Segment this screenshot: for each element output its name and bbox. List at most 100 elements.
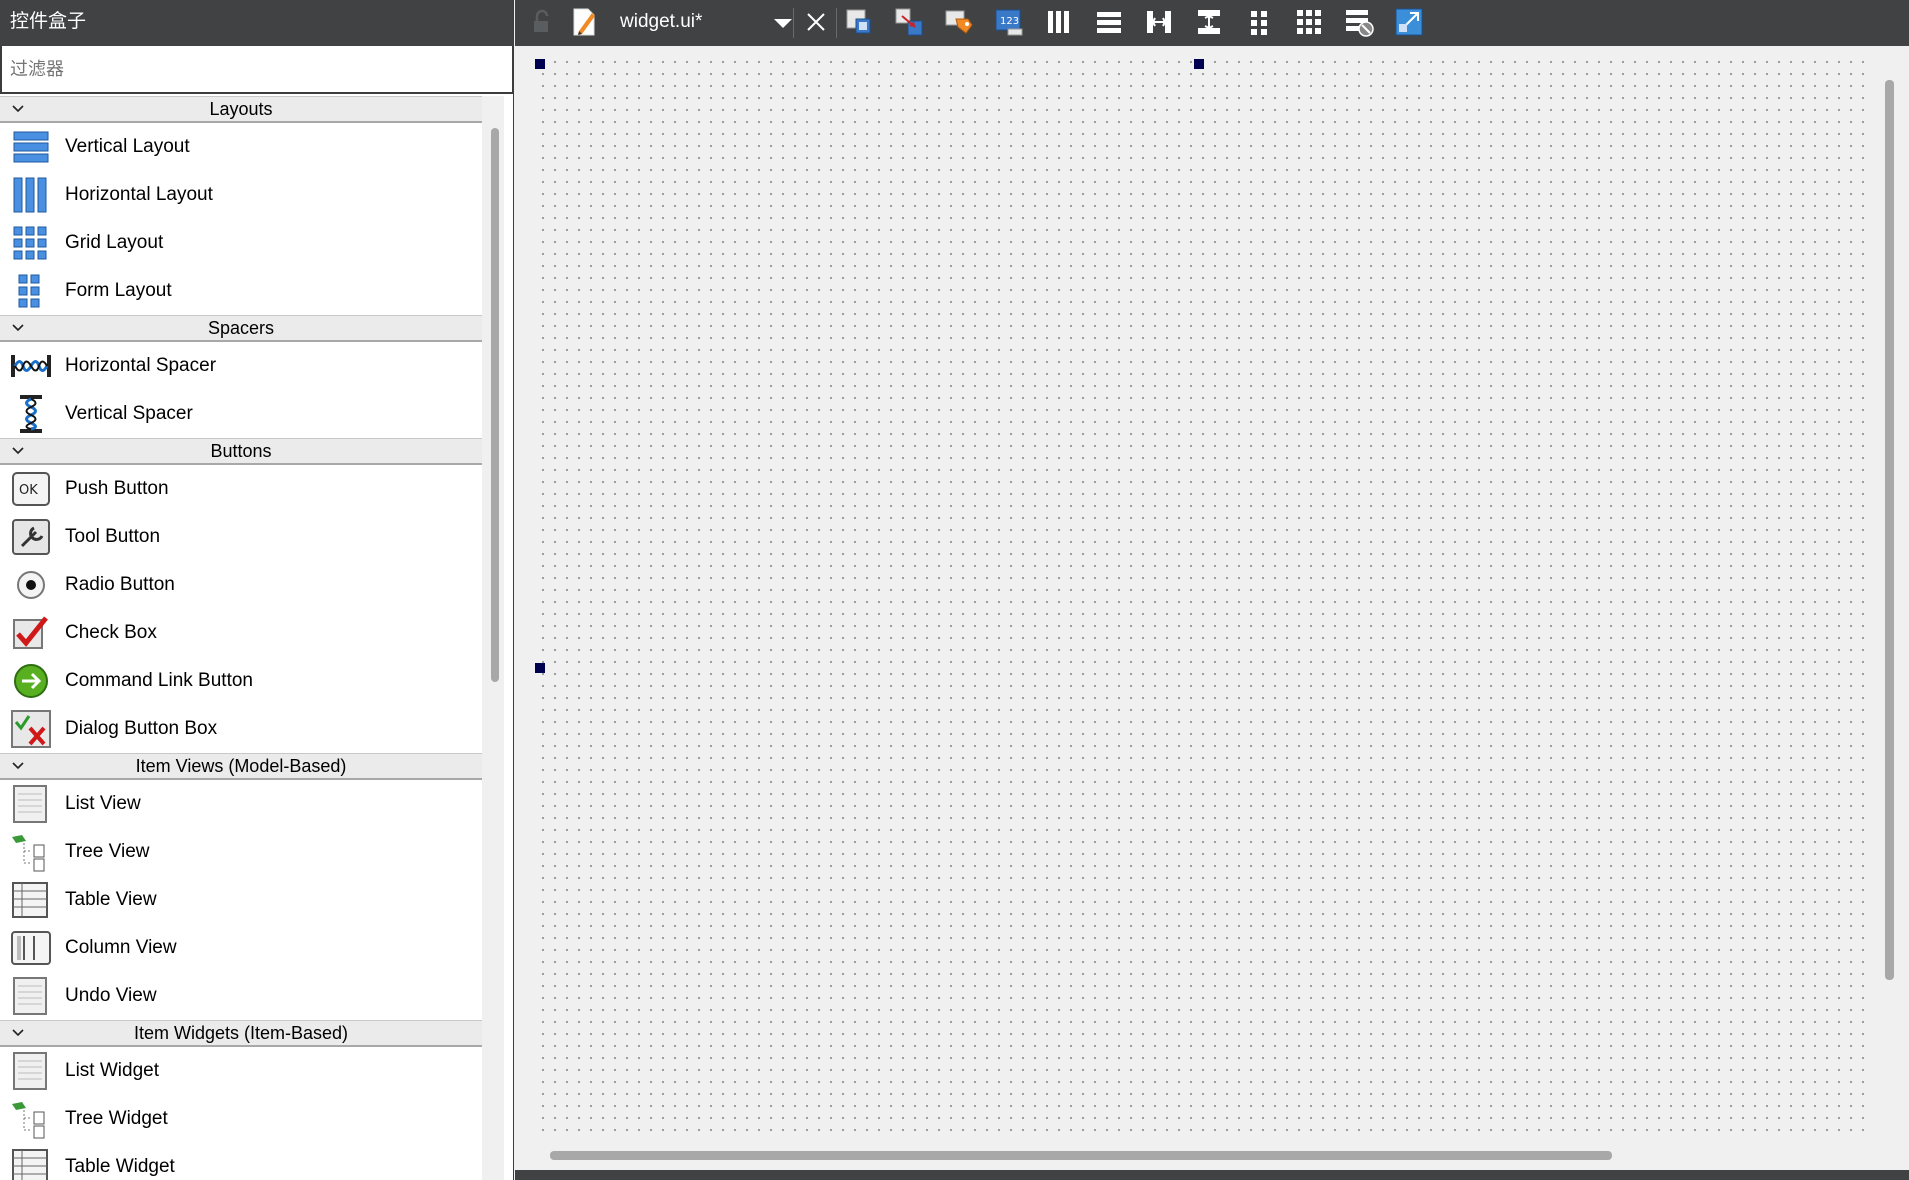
layout-horizontal-icon[interactable] xyxy=(1042,5,1076,39)
list-widget-icon xyxy=(8,1050,54,1092)
category-label: Layouts xyxy=(209,99,273,119)
chevron-down-icon[interactable] xyxy=(10,441,26,457)
svg-text:OK: OK xyxy=(19,483,38,498)
category-label: Item Widgets (Item-Based) xyxy=(133,1023,349,1043)
vertical-spacer-icon xyxy=(8,393,54,435)
widget-item[interactable]: Dialog Button Box xyxy=(0,705,482,753)
vertical-layout-icon xyxy=(8,126,54,168)
widget-item[interactable]: Tree View xyxy=(0,828,482,876)
widget-item[interactable]: List View xyxy=(0,780,482,828)
layout-form-icon[interactable] xyxy=(1242,5,1276,39)
edit-tab-order-icon[interactable]: 123 xyxy=(992,5,1026,39)
file-name-label[interactable]: widget.ui* xyxy=(620,0,702,44)
widget-item-label: Column View xyxy=(65,937,177,958)
widget-box-scrollbar[interactable] xyxy=(482,96,504,1180)
tree-view-icon xyxy=(8,831,54,873)
widget-item[interactable]: Table Widget xyxy=(0,1143,482,1180)
widget-item-label: Horizontal Layout xyxy=(65,184,213,205)
widget-item[interactable]: Vertical Layout xyxy=(0,123,482,171)
widget-item-label: Undo View xyxy=(65,985,157,1006)
layout-vertical-icon[interactable] xyxy=(1092,5,1126,39)
push-button-icon: OK xyxy=(8,468,54,510)
tree-widget-icon xyxy=(8,1098,54,1140)
form-canvas[interactable] xyxy=(537,56,1869,1138)
layout-horizontal-splitter-icon[interactable] xyxy=(1142,5,1176,39)
form-layout-icon xyxy=(8,270,54,312)
form-editor: widget.ui* 123 xyxy=(515,0,1909,1180)
chevron-down-icon[interactable] xyxy=(10,1023,26,1039)
dialog-button-box-icon xyxy=(8,708,54,750)
widget-item[interactable]: Tree Widget xyxy=(0,1095,482,1143)
editor-bottom-bar xyxy=(515,1170,1909,1180)
file-dropdown-icon[interactable] xyxy=(766,5,800,39)
selection-handle[interactable] xyxy=(535,59,545,69)
filter-input[interactable] xyxy=(0,46,514,94)
widget-item[interactable]: List Widget xyxy=(0,1047,482,1095)
radio-button-icon xyxy=(8,564,54,606)
layout-vertical-splitter-icon[interactable] xyxy=(1192,5,1226,39)
widget-item[interactable]: Undo View xyxy=(0,972,482,1020)
chevron-down-icon[interactable] xyxy=(10,756,26,772)
editor-toolbar: widget.ui* 123 xyxy=(515,0,1909,46)
widget-item-label: Form Layout xyxy=(65,280,172,301)
chevron-down-icon[interactable] xyxy=(10,99,26,115)
widget-item-label: List View xyxy=(65,793,141,814)
widget-item[interactable]: Column View xyxy=(0,924,482,972)
category-header[interactable]: Spacers xyxy=(0,315,482,342)
lock-icon[interactable] xyxy=(525,5,559,39)
selection-handle[interactable] xyxy=(535,663,545,673)
widget-item-label: Dialog Button Box xyxy=(65,718,218,739)
widget-item[interactable]: Command Link Button xyxy=(0,657,482,705)
canvas-horizontal-scrollbar[interactable] xyxy=(550,1151,1612,1160)
widget-item-label: Check Box xyxy=(65,622,157,643)
widget-item[interactable]: Vertical Spacer xyxy=(0,390,482,438)
widget-item[interactable]: Tool Button xyxy=(0,513,482,561)
edit-signals-slots-icon[interactable] xyxy=(892,5,926,39)
svg-text:123: 123 xyxy=(1000,16,1019,27)
break-layout-icon[interactable] xyxy=(1342,5,1376,39)
check-box-icon xyxy=(8,612,54,654)
widget-list: Layouts Vertical Layout Horizontal Layout G… xyxy=(0,96,482,1180)
edit-file-icon xyxy=(567,5,601,39)
category-header[interactable]: Buttons xyxy=(0,438,482,465)
widget-item-label: Table View xyxy=(65,889,157,910)
toolbar-separator xyxy=(836,8,837,38)
widget-item[interactable]: Horizontal Layout xyxy=(0,171,482,219)
category-header[interactable]: Item Widgets (Item-Based) xyxy=(0,1020,482,1047)
widget-box-panel: 控件盒子 Layouts Vertical Layout Horizontal La… xyxy=(0,0,514,1180)
canvas-vertical-scrollbar[interactable] xyxy=(1885,80,1894,980)
widget-item-label: Command Link Button xyxy=(65,670,253,691)
toolbar-separator xyxy=(793,8,794,38)
widget-item-label: Table Widget xyxy=(65,1156,175,1177)
widget-box-title: 控件盒子 xyxy=(0,0,514,46)
adjust-size-icon[interactable] xyxy=(1392,5,1426,39)
table-widget-icon xyxy=(8,1146,54,1180)
widget-item-label: Tree Widget xyxy=(65,1108,168,1129)
widget-item[interactable]: Grid Layout xyxy=(0,219,482,267)
edit-buddies-icon[interactable] xyxy=(942,5,976,39)
chevron-down-icon[interactable] xyxy=(10,318,26,334)
grid-layout-icon xyxy=(8,222,54,264)
widget-item-label: Vertical Layout xyxy=(65,136,190,157)
widget-item-label: Vertical Spacer xyxy=(65,403,193,424)
layout-grid-icon[interactable] xyxy=(1292,5,1326,39)
widget-item[interactable]: Radio Button xyxy=(0,561,482,609)
category-label: Spacers xyxy=(207,318,275,338)
widget-item-label: Tree View xyxy=(65,841,150,862)
horizontal-spacer-icon xyxy=(8,345,54,387)
widget-item-label: Push Button xyxy=(65,478,169,499)
widget-item-label: Grid Layout xyxy=(65,232,164,253)
column-view-icon xyxy=(8,927,54,969)
category-label: Buttons xyxy=(210,441,272,461)
widget-item[interactable]: Check Box xyxy=(0,609,482,657)
widget-item[interactable]: Form Layout xyxy=(0,267,482,315)
edit-widgets-icon[interactable] xyxy=(842,5,876,39)
widget-box-scroll-thumb[interactable] xyxy=(491,128,499,682)
widget-item[interactable]: OK Push Button xyxy=(0,465,482,513)
widget-item[interactable]: Table View xyxy=(0,876,482,924)
selection-handle[interactable] xyxy=(1194,59,1204,69)
widget-item[interactable]: Horizontal Spacer xyxy=(0,342,482,390)
category-header[interactable]: Item Views (Model-Based) xyxy=(0,753,482,780)
category-header[interactable]: Layouts xyxy=(0,96,482,123)
close-icon[interactable] xyxy=(799,5,833,39)
